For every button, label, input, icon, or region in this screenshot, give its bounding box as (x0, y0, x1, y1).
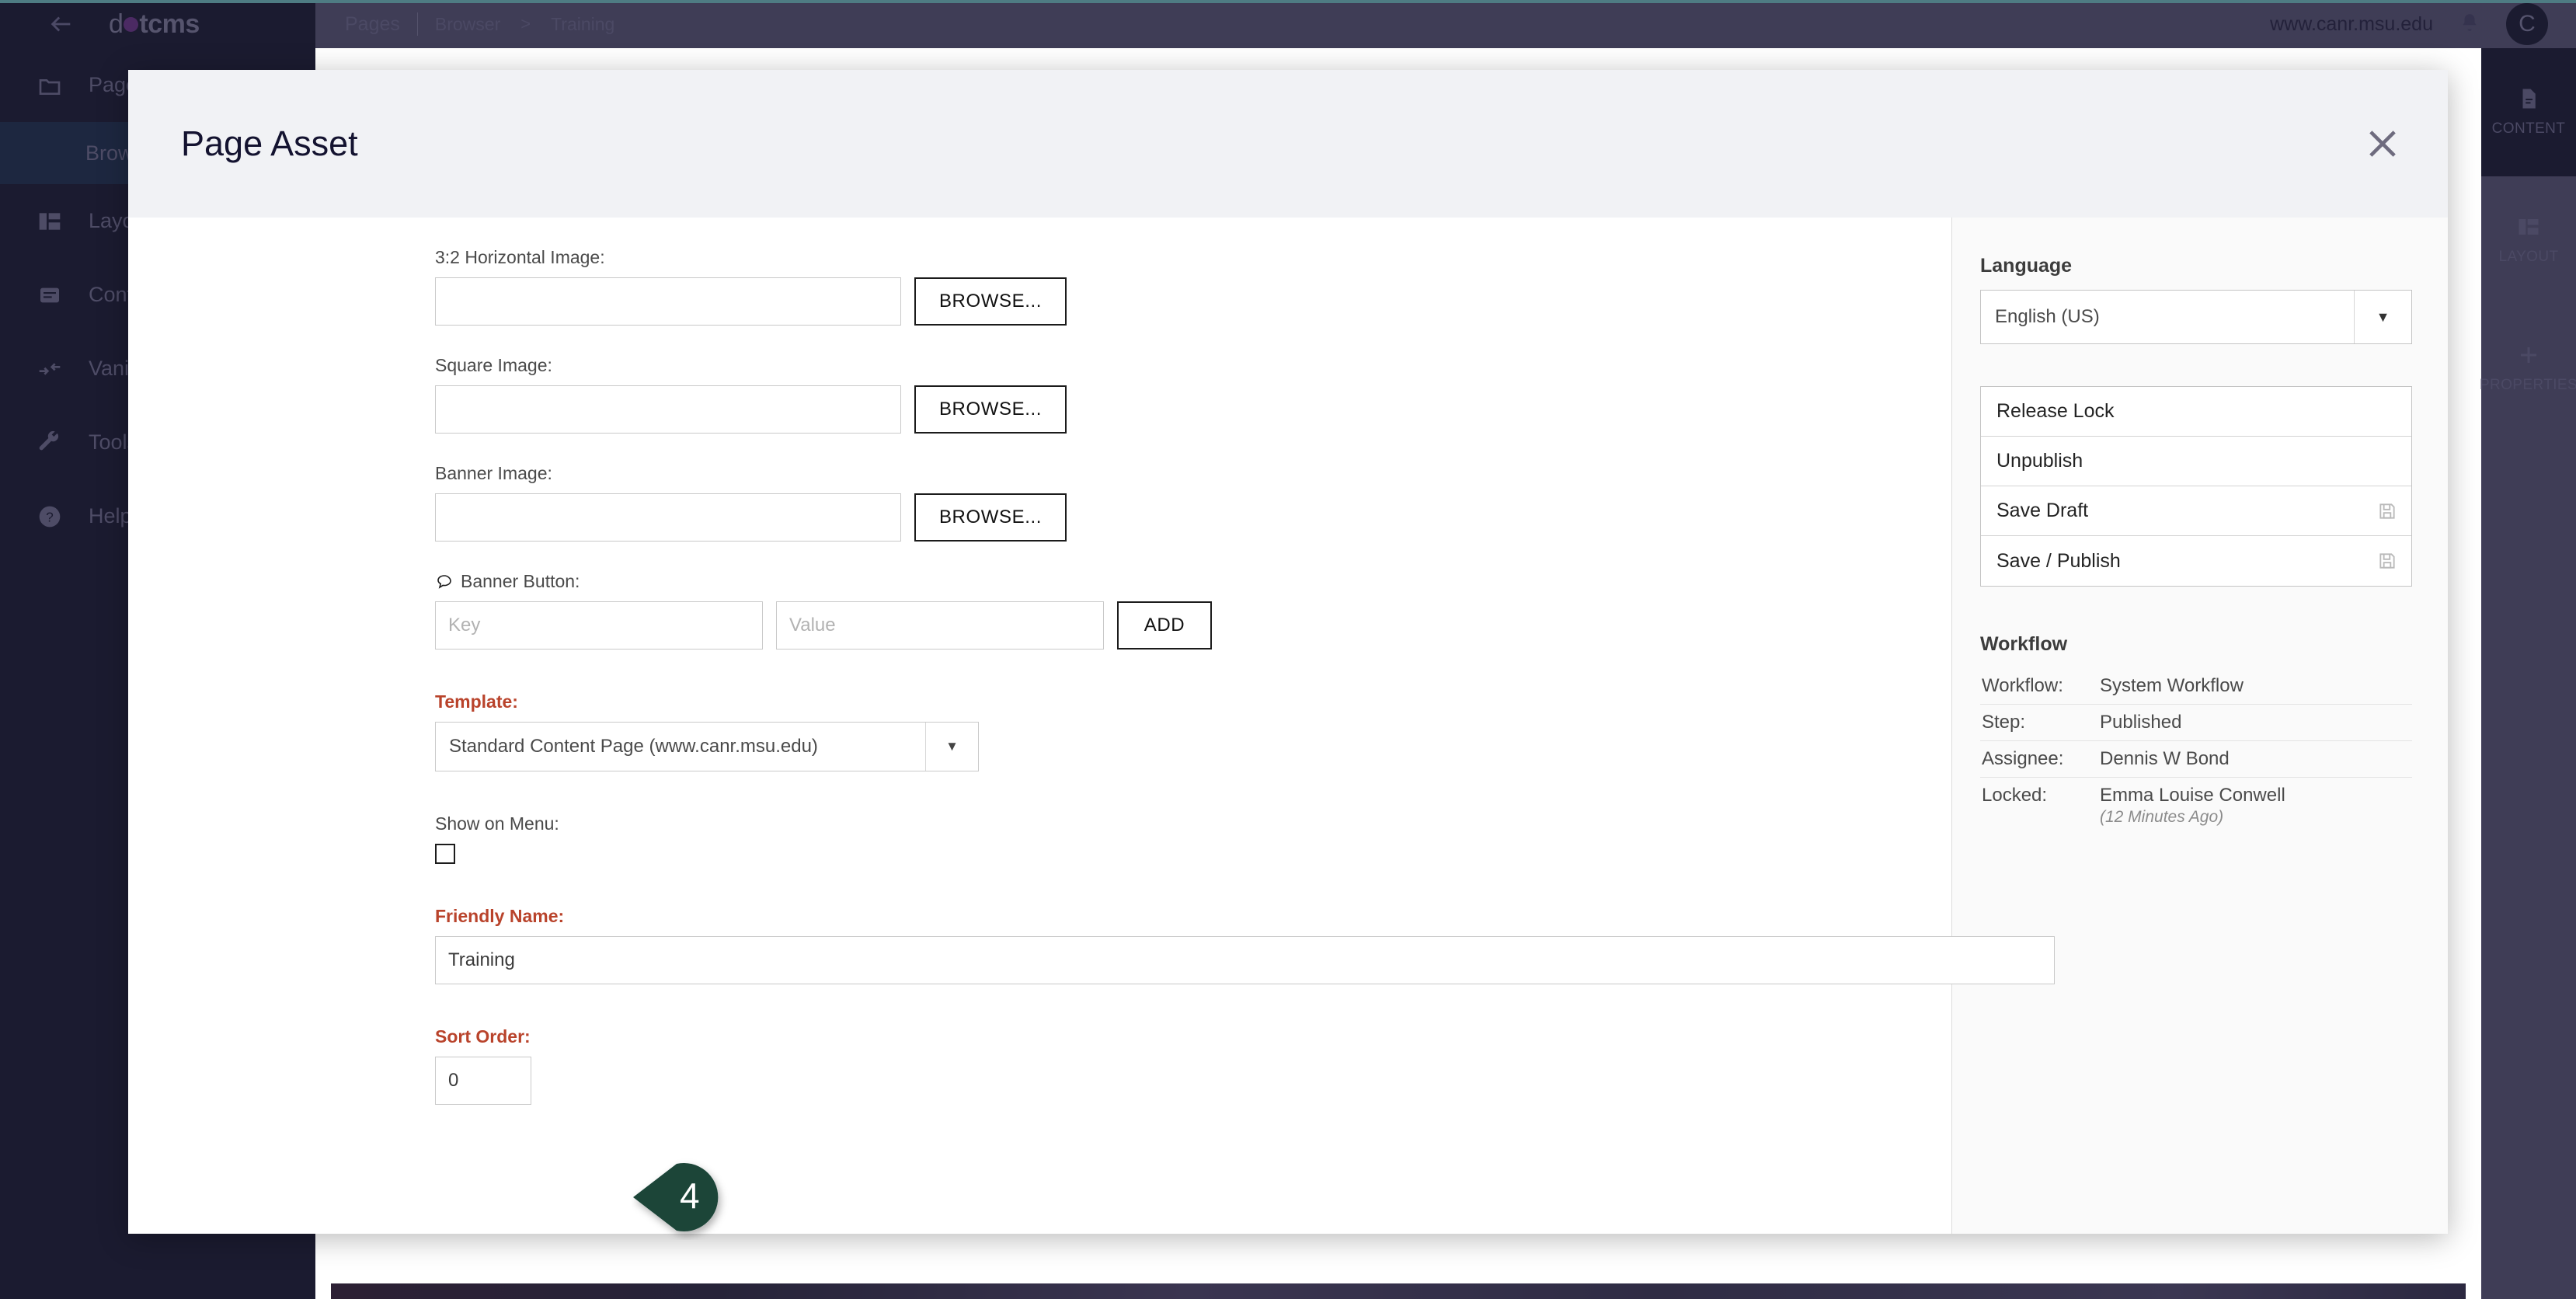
language-select-value: English (US) (1995, 306, 2100, 327)
workflow-value-locked: Emma Louise Conwell (12 Minutes Ago) (2100, 785, 2412, 827)
action-label: Save / Publish (1996, 549, 2121, 572)
template-select[interactable]: Standard Content Page (www.canr.msu.edu)… (435, 722, 979, 771)
callout-badge: 4 (632, 1154, 740, 1240)
workflow-key: Locked: (1982, 785, 2048, 806)
workflow-key: Step: (1982, 712, 2026, 733)
workflow-row: Locked: Emma Louise Conwell (12 Minutes … (1980, 778, 2412, 834)
field-banner-image: Banner Image: BROWSE... (435, 463, 1951, 542)
add-banner-button[interactable]: ADD (1117, 601, 1212, 650)
browse-square-image-button[interactable]: BROWSE... (914, 385, 1067, 434)
page-asset-modal: Page Asset 3:2 Horizontal Image: BROWSE.… (128, 70, 2448, 1234)
locked-timestamp: (12 Minutes Ago) (2100, 808, 2224, 826)
action-label: Unpublish (1996, 450, 2083, 472)
friendly-name-input[interactable] (435, 936, 2055, 984)
modal-header: Page Asset (128, 70, 2448, 218)
sort-order-input[interactable] (435, 1057, 531, 1105)
speech-bubble-icon (435, 573, 454, 591)
form-column: 3:2 Horizontal Image: BROWSE... Square I… (128, 218, 2055, 1234)
action-save-draft[interactable]: Save Draft (1981, 486, 2411, 536)
save-icon (2377, 551, 2397, 571)
field-template: Template: Standard Content Page (www.can… (435, 691, 1951, 771)
locked-user-name: Emma Louise Conwell (2100, 785, 2285, 806)
language-select[interactable]: English (US) ▼ (1980, 290, 2412, 344)
modal-body: 3:2 Horizontal Image: BROWSE... Square I… (128, 218, 2448, 1234)
banner-image-input[interactable] (435, 493, 901, 542)
chevron-down-icon[interactable]: ▼ (2354, 291, 2411, 343)
field-label: Friendly Name: (435, 906, 565, 926)
workflow-value: Published (2100, 712, 2182, 733)
page-title: Page Asset (181, 124, 358, 163)
field-label: 3:2 Horizontal Image: (435, 247, 605, 267)
language-heading: Language (1980, 255, 2073, 277)
workflow-key: Workflow: (1982, 675, 2063, 696)
action-label: Save Draft (1996, 500, 2089, 521)
action-save-publish[interactable]: Save / Publish (1981, 536, 2411, 586)
modal-sidebar: Language English (US) ▼ Release Lock Unp… (1951, 218, 2448, 1234)
workflow-value: Dennis W Bond (2100, 748, 2230, 769)
workflow-value: System Workflow (2100, 675, 2244, 696)
field-friendly-name: Friendly Name: (435, 906, 2055, 984)
workflow-row: Workflow: System Workflow (1980, 668, 2412, 705)
workflow-actions-list: Release Lock Unpublish Save Draft Save /… (1980, 386, 2412, 587)
action-release-lock[interactable]: Release Lock (1981, 387, 2411, 437)
workflow-heading: Workflow (1980, 633, 2068, 655)
field-horizontal-image: 3:2 Horizontal Image: BROWSE... (435, 247, 1951, 326)
field-banner-button: Banner Button: ADD (435, 571, 1951, 650)
action-unpublish[interactable]: Unpublish (1981, 437, 2411, 486)
field-sort-order: Sort Order: (435, 1026, 1951, 1105)
template-select-value: Standard Content Page (www.canr.msu.edu) (449, 736, 818, 757)
field-square-image: Square Image: BROWSE... (435, 355, 1951, 434)
action-label: Release Lock (1996, 400, 2115, 422)
horizontal-image-input[interactable] (435, 277, 901, 326)
callout-badge-number: 4 (680, 1175, 700, 1216)
square-image-input[interactable] (435, 385, 901, 434)
show-on-menu-checkbox[interactable] (435, 844, 455, 864)
browse-banner-image-button[interactable]: BROWSE... (914, 493, 1067, 542)
field-label: Square Image: (435, 355, 552, 375)
workflow-section: Workflow Workflow: System Workflow Step:… (1980, 633, 2412, 834)
close-icon[interactable] (2362, 124, 2403, 164)
field-label: Show on Menu: (435, 813, 559, 834)
save-icon (2377, 501, 2397, 521)
workflow-row: Step: Published (1980, 705, 2412, 741)
field-label: Banner Button: (435, 571, 1951, 592)
field-label: Template: (435, 691, 518, 712)
workflow-row: Assignee: Dennis W Bond (1980, 741, 2412, 778)
workflow-key: Assignee: (1982, 748, 2064, 769)
field-show-on-menu: Show on Menu: (435, 813, 1951, 864)
banner-button-key-input[interactable] (435, 601, 763, 650)
browse-horizontal-image-button[interactable]: BROWSE... (914, 277, 1067, 326)
banner-button-value-input[interactable] (776, 601, 1104, 650)
field-label: Sort Order: (435, 1026, 531, 1047)
field-label: Banner Image: (435, 463, 552, 483)
banner-button-label-text: Banner Button: (461, 571, 580, 591)
chevron-down-icon[interactable]: ▼ (925, 723, 978, 771)
